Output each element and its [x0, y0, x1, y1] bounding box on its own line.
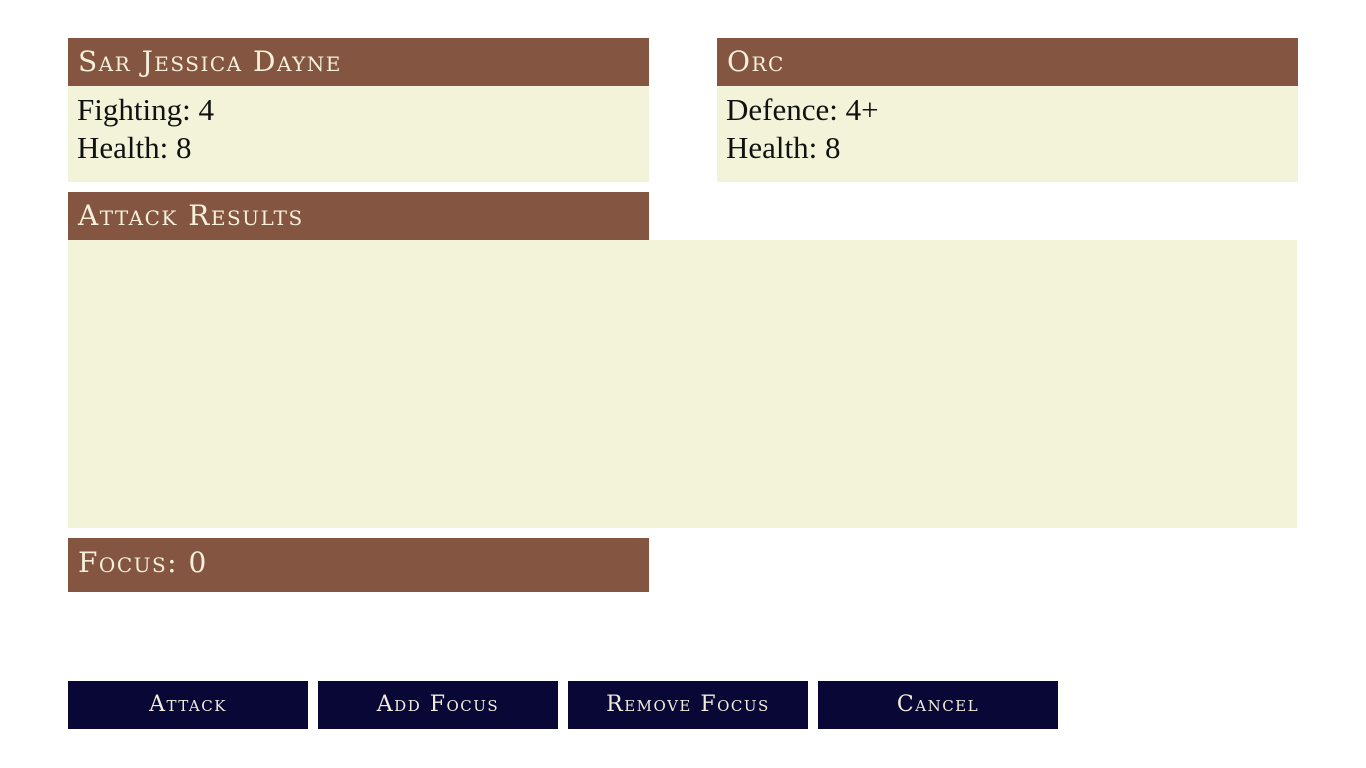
add-focus-button[interactable]: Add Focus: [318, 681, 558, 729]
attack-results-panel: [68, 240, 1297, 528]
attack-button[interactable]: Attack: [68, 681, 308, 729]
enemy-name-header: Orc: [717, 38, 1298, 86]
cancel-button[interactable]: Cancel: [818, 681, 1058, 729]
enemy-stats-panel: Defence: 4+ Health: 8: [717, 86, 1298, 182]
hero-fighting-stat: Fighting: 4: [77, 92, 214, 127]
focus-counter: Focus: 0: [68, 538, 649, 592]
hero-stats-panel: Fighting: 4 Health: 8: [68, 86, 649, 182]
remove-focus-button[interactable]: Remove Focus: [568, 681, 808, 729]
hero-health-stat: Health: 8: [77, 130, 192, 165]
hero-name-header: Sar Jessica Dayne: [68, 38, 649, 86]
attack-results-header: Attack Results: [68, 192, 649, 240]
enemy-health-stat: Health: 8: [726, 130, 841, 165]
enemy-defence-stat: Defence: 4+: [726, 92, 879, 127]
